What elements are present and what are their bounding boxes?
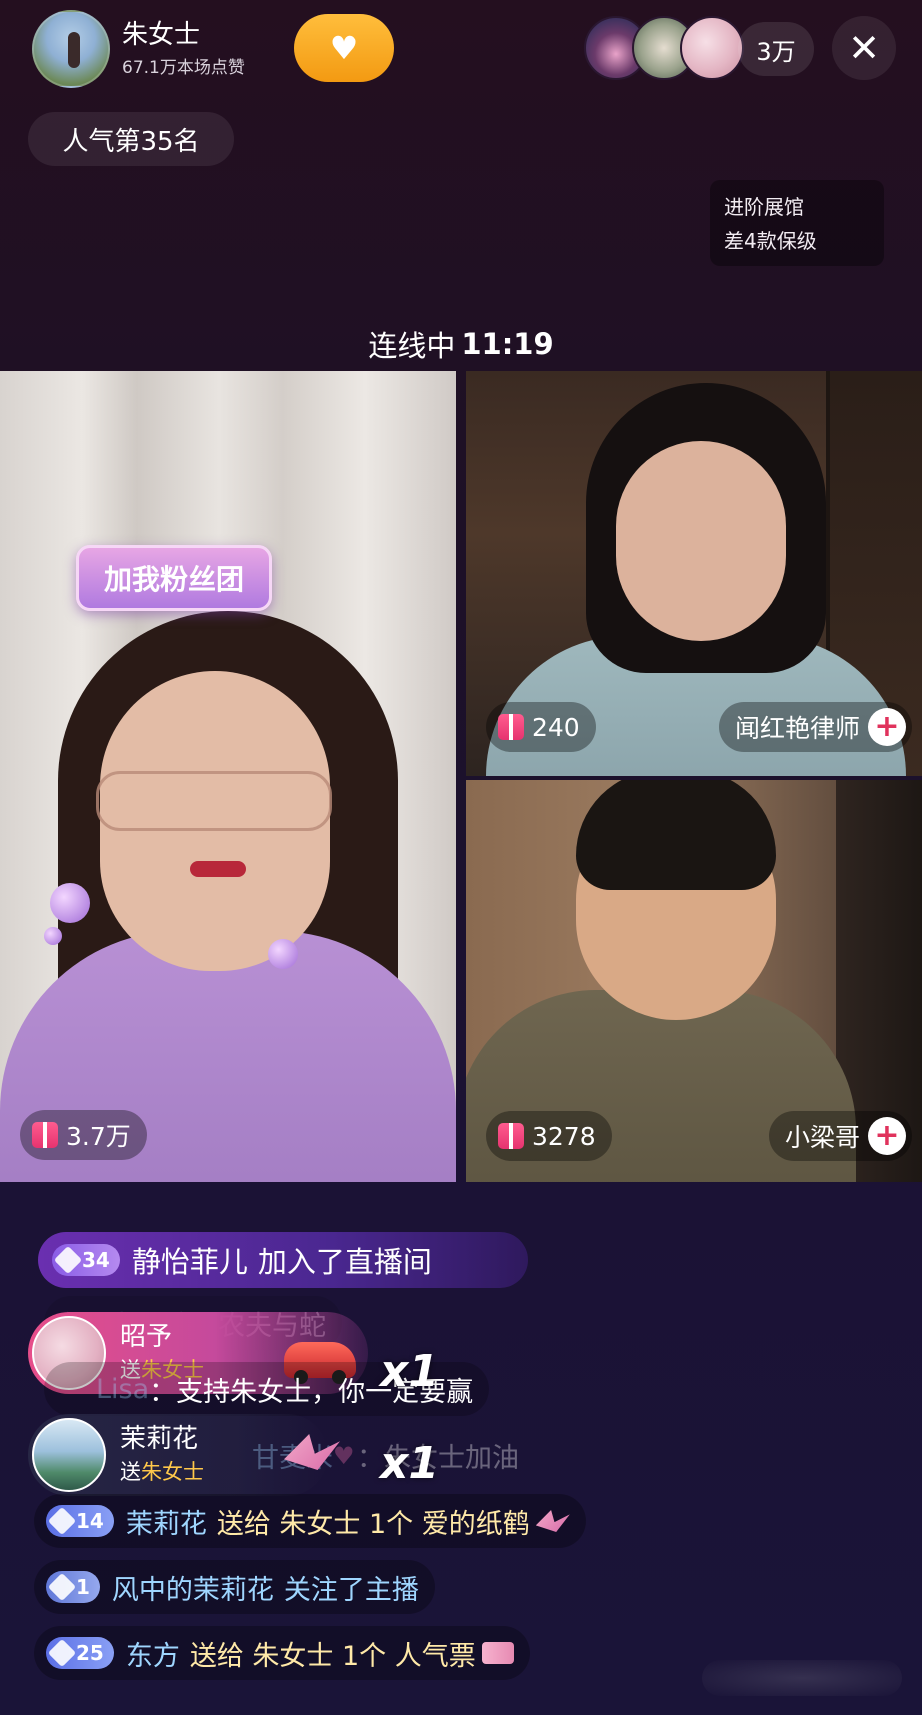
guest1-face bbox=[616, 441, 786, 641]
toast-user: 茉莉花 bbox=[120, 1424, 199, 1455]
bubble-decor bbox=[44, 927, 62, 945]
toast-user: 昭予 bbox=[120, 1322, 173, 1353]
gallery-subtitle: 差4款保级 bbox=[724, 229, 817, 253]
fan-club-button[interactable]: ♥ bbox=[294, 14, 394, 82]
video-panel-host[interactable]: 加我粉丝团 3.7万 bbox=[0, 371, 456, 1182]
follow-plus-icon[interactable]: + bbox=[868, 1117, 906, 1155]
watermark bbox=[702, 1660, 902, 1696]
chat-message[interactable]: 14 茉莉花 送给 朱女士 1个 爱的纸鹤 bbox=[34, 1494, 586, 1548]
host-name: 朱女士 bbox=[122, 19, 201, 50]
host-video-lips bbox=[190, 861, 246, 877]
toast-avatar[interactable] bbox=[32, 1418, 106, 1492]
guest-name: 小梁哥 bbox=[784, 1123, 860, 1152]
chat-user: 东方 bbox=[125, 1640, 180, 1672]
toast-sub-prefix: 送 bbox=[120, 1459, 141, 1484]
toast-sub: 送朱女士 bbox=[120, 1456, 204, 1486]
gem-icon bbox=[47, 1638, 77, 1668]
join-fanclub-badge[interactable]: 加我粉丝团 bbox=[76, 545, 272, 611]
guest-name: 闻红艳律师 bbox=[734, 714, 860, 743]
close-icon[interactable]: ✕ bbox=[832, 16, 896, 80]
join-text: 加入了直播间 bbox=[257, 1245, 432, 1279]
follow-plus-icon[interactable]: + bbox=[868, 708, 906, 746]
host-avatar[interactable] bbox=[32, 10, 110, 88]
chat-message[interactable]: 25 东方 送给 朱女士 1个 人气票 bbox=[34, 1626, 530, 1680]
pk-label: 连线中 bbox=[368, 329, 456, 363]
gift-count-host[interactable]: 3.7万 bbox=[20, 1110, 147, 1160]
heart-icon: ♥ bbox=[333, 1442, 355, 1470]
gift-count-value: 240 bbox=[532, 712, 580, 742]
video-panel-guest-1[interactable]: 240 闻红艳律师 + bbox=[466, 371, 922, 776]
gift-icon bbox=[498, 1123, 524, 1149]
gem-icon bbox=[47, 1572, 77, 1602]
level-value: 14 bbox=[76, 1509, 104, 1533]
paper-crane-icon bbox=[535, 1510, 570, 1532]
chat-message[interactable]: 1 风中的茉莉花 关注了主播 bbox=[34, 1560, 435, 1614]
bubble-decor bbox=[268, 939, 298, 969]
video-panel-guest-2[interactable]: 3278 小梁哥 + bbox=[466, 780, 922, 1182]
chat-text: 送给 朱女士 1个 人气票 bbox=[189, 1640, 476, 1672]
online-count[interactable]: 3万 bbox=[738, 22, 814, 76]
top-viewers[interactable] bbox=[584, 16, 744, 80]
chat-user: 茉莉花 bbox=[125, 1508, 207, 1540]
chat-user: 风中的茉莉花 bbox=[111, 1574, 274, 1606]
viewer-avatar[interactable] bbox=[680, 16, 744, 80]
host-info[interactable]: 朱女士 67.1万本场点赞 bbox=[32, 10, 252, 88]
gift-count-guest-2[interactable]: 3278 bbox=[486, 1111, 612, 1161]
toast-sub-target: 朱女士 bbox=[141, 1459, 204, 1484]
bubble-decor bbox=[50, 883, 90, 923]
pk-timer: 连线中 11:19 bbox=[0, 320, 922, 368]
pk-time: 11:19 bbox=[461, 327, 554, 361]
chat-user: Lisa bbox=[96, 1373, 150, 1405]
join-user: 静怡菲儿 bbox=[131, 1245, 248, 1279]
gift-count-value: 3.7万 bbox=[66, 1122, 131, 1151]
level-value: 25 bbox=[76, 1641, 104, 1665]
gem-icon bbox=[47, 1506, 77, 1536]
level-badge: 1 bbox=[46, 1571, 100, 1603]
level-badge: 25 bbox=[46, 1637, 114, 1669]
level-badge: 14 bbox=[46, 1505, 114, 1537]
heart-plus-icon: ♥ bbox=[329, 29, 359, 67]
chat-text: 送给 朱女士 1个 爱的纸鹤 bbox=[216, 1508, 530, 1540]
host-video-glasses bbox=[96, 771, 332, 831]
popularity-rank[interactable]: 人气第35名 bbox=[28, 112, 234, 166]
guest-1-name[interactable]: 闻红艳律师 + bbox=[718, 702, 912, 752]
gift-count-value: 3278 bbox=[532, 1121, 596, 1151]
gift-count-guest-1[interactable]: 240 bbox=[486, 702, 596, 752]
ticket-icon bbox=[481, 1642, 514, 1664]
level-badge: 34 bbox=[52, 1244, 120, 1276]
host-likes: 67.1万本场点赞 bbox=[122, 58, 245, 79]
level-value: 1 bbox=[76, 1575, 90, 1599]
gallery-card[interactable]: 进阶展馆 差4款保级 bbox=[710, 180, 884, 266]
guest2-hair bbox=[576, 780, 776, 890]
level-value: 34 bbox=[82, 1248, 110, 1272]
chat-text: 关注了主播 bbox=[283, 1574, 419, 1606]
combo-count: x1 bbox=[380, 1438, 439, 1489]
gallery-title: 进阶展馆 bbox=[724, 195, 804, 219]
join-notice[interactable]: 34 静怡菲儿 加入了直播间 bbox=[38, 1232, 528, 1288]
gift-icon bbox=[498, 714, 524, 740]
gift-icon bbox=[32, 1122, 58, 1148]
combo-count: x1 bbox=[380, 1346, 439, 1397]
guest-2-name[interactable]: 小梁哥 + bbox=[768, 1111, 912, 1161]
gem-icon bbox=[53, 1245, 83, 1275]
